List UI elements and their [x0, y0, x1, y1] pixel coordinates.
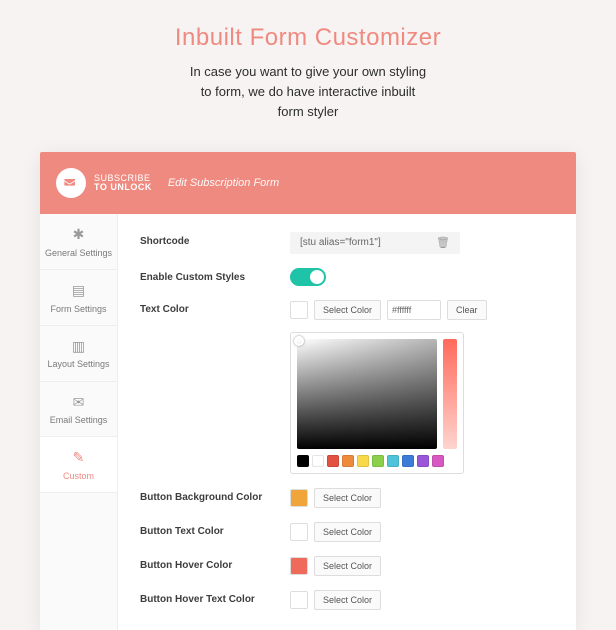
enable-custom-toggle[interactable] [290, 268, 326, 286]
text-color-hex-input[interactable] [387, 300, 441, 320]
page-sub-line3: form styler [278, 104, 339, 119]
page-sub-line2: to form, we do have interactive inbuilt [201, 84, 416, 99]
trash-icon[interactable]: 🗑 [436, 232, 450, 254]
btn-bg-swatch[interactable] [290, 489, 308, 507]
btn-text-swatch[interactable] [290, 523, 308, 541]
panel-subtitle: Edit Subscription Form [168, 177, 279, 189]
page-title: Inbuilt Form Customizer [20, 24, 596, 52]
envelope-icon: ✉ [44, 394, 113, 412]
tab-layout-label: Layout Settings [47, 359, 109, 369]
shortcode-label: Shortcode [140, 232, 290, 247]
preset-swatch[interactable] [342, 455, 354, 467]
preset-swatch[interactable] [327, 455, 339, 467]
tab-custom-label: Custom [63, 471, 94, 481]
tab-email-label: Email Settings [50, 415, 108, 425]
main-area: Shortcode [stu alias="form1"] 🗑 Enable C… [118, 214, 576, 630]
preset-swatch[interactable] [372, 455, 384, 467]
page-sub-line1: In case you want to give your own stylin… [190, 64, 426, 79]
tab-general-label: General Settings [45, 248, 112, 258]
enable-custom-label: Enable Custom Styles [140, 268, 290, 283]
tab-custom[interactable]: ✎ Custom [40, 437, 117, 493]
brand-line2: TO UNLOCK [94, 183, 152, 192]
brand-text: SUBSCRIBE TO UNLOCK [94, 174, 152, 192]
brand-badge [56, 168, 86, 198]
page-subtitle: In case you want to give your own stylin… [20, 62, 596, 122]
layout-icon: ▥ [44, 338, 113, 356]
btn-bg-select-button[interactable]: Select Color [314, 488, 381, 508]
customizer-panel: SUBSCRIBE TO UNLOCK Edit Subscription Fo… [40, 152, 576, 630]
brush-icon: ✎ [44, 449, 113, 467]
preset-swatches [297, 455, 457, 467]
tab-layout[interactable]: ▥ Layout Settings [40, 326, 117, 382]
tab-form-label: Form Settings [50, 304, 106, 314]
btn-hover-select-button[interactable]: Select Color [314, 556, 381, 576]
shortcode-text: [stu alias="form1"] [300, 232, 381, 254]
btn-hover-swatch[interactable] [290, 557, 308, 575]
btn-text-select-button[interactable]: Select Color [314, 522, 381, 542]
preset-swatch[interactable] [432, 455, 444, 467]
preset-swatch[interactable] [357, 455, 369, 467]
shortcode-value[interactable]: [stu alias="form1"] 🗑 [290, 232, 460, 254]
side-tabs: ✱ General Settings ▤ Form Settings ▥ Lay… [40, 214, 118, 630]
btn-hover-text-swatch[interactable] [290, 591, 308, 609]
panel-header: SUBSCRIBE TO UNLOCK Edit Subscription Fo… [40, 152, 576, 214]
text-color-label: Text Color [140, 300, 290, 315]
preset-swatch[interactable] [297, 455, 309, 467]
preset-swatch[interactable] [387, 455, 399, 467]
btn-hover-label: Button Hover Color [140, 556, 290, 571]
saturation-area[interactable] [297, 339, 437, 449]
btn-hover-text-label: Button Hover Text Color [140, 590, 290, 605]
tab-form[interactable]: ▤ Form Settings [40, 270, 117, 326]
form-icon: ▤ [44, 282, 113, 300]
btn-text-label: Button Text Color [140, 522, 290, 537]
btn-bg-label: Button Background Color [140, 488, 290, 503]
text-color-swatch[interactable] [290, 301, 308, 319]
saturation-cursor[interactable] [294, 336, 304, 346]
envelope-lock-icon [63, 175, 79, 191]
hue-strip[interactable] [443, 339, 457, 449]
color-picker[interactable] [290, 332, 464, 474]
tab-general[interactable]: ✱ General Settings [40, 214, 117, 270]
text-color-clear-button[interactable]: Clear [447, 300, 487, 320]
preset-swatch[interactable] [402, 455, 414, 467]
tab-email[interactable]: ✉ Email Settings [40, 382, 117, 438]
btn-hover-text-select-button[interactable]: Select Color [314, 590, 381, 610]
gear-icon: ✱ [44, 226, 113, 244]
preset-swatch[interactable] [312, 455, 324, 467]
text-color-select-button[interactable]: Select Color [314, 300, 381, 320]
preset-swatch[interactable] [417, 455, 429, 467]
